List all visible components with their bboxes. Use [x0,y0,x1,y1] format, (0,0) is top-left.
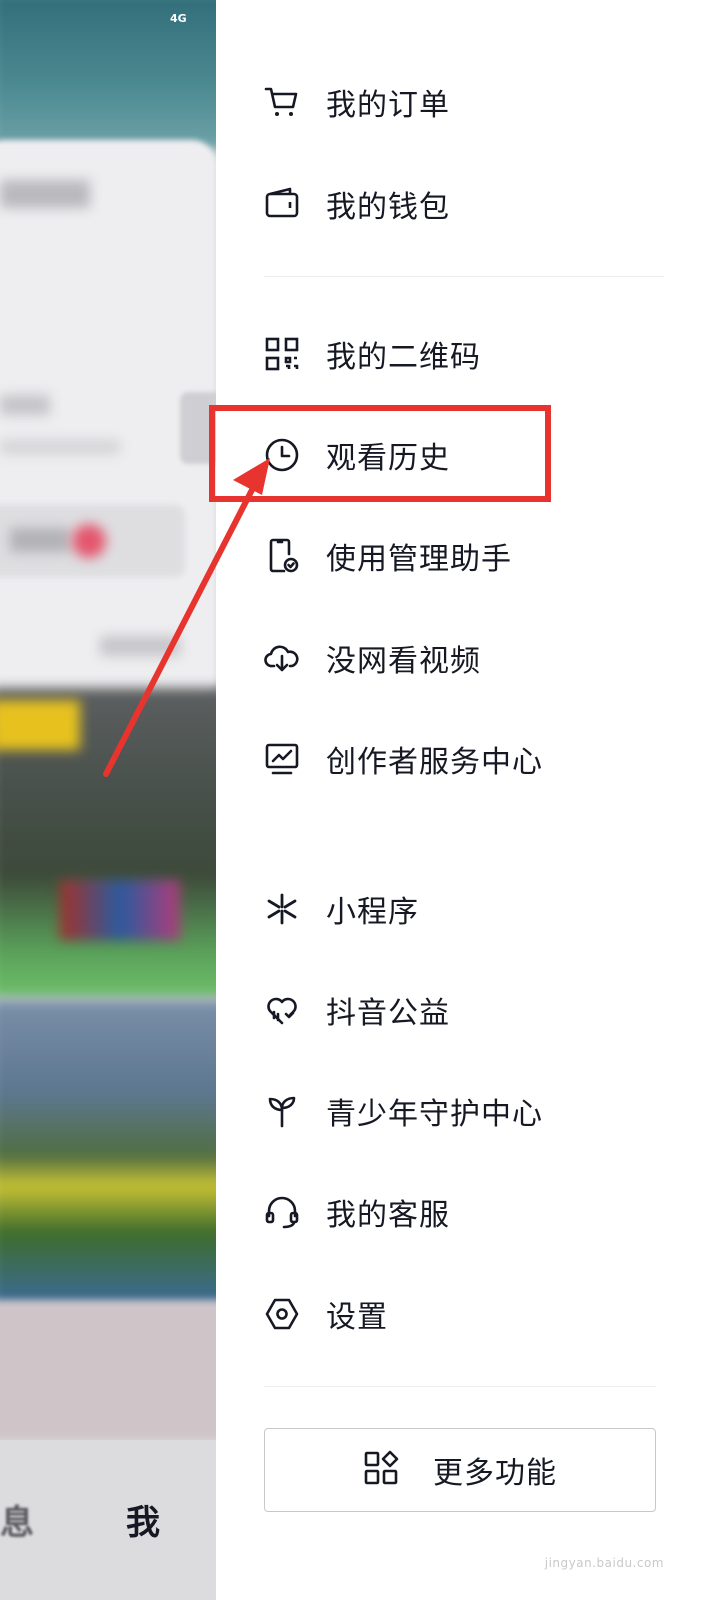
phone-check-icon [264,538,300,574]
menu-item-label: 使用管理助手 [326,542,512,577]
menu-item-usage-assistant[interactable]: 使用管理助手 [264,526,684,586]
nav-me-tab: 我 [126,1503,160,1543]
network-indicator: 4G [170,12,187,25]
background-blurred-text [10,528,70,552]
background-thumbnail-tag [0,700,80,750]
background-blurred-text [0,440,120,454]
monitor-chart-icon [264,741,300,777]
menu-item-label: 抖音公益 [326,996,450,1031]
section-divider [264,1386,656,1387]
menu-item-youth-protection[interactable]: 青少年守护中心 [264,1081,684,1141]
watermark-url: jingyan.baidu.com [544,1556,664,1570]
cloud-download-icon [264,640,300,676]
background-blurred-text [0,395,50,415]
qr-code-icon [264,336,300,372]
background-video-thumbnail [0,1300,216,1440]
menu-item-label: 我的客服 [326,1198,450,1233]
background-blurred-text [100,636,180,656]
menu-item-label: 青少年守护中心 [326,1097,543,1132]
menu-item-label: 我的订单 [326,88,450,123]
baidu-watermark: jingyan.baidu.com [545,1556,664,1570]
cart-icon [264,84,300,120]
nav-messages-tab: 息 [0,1503,34,1543]
mini-program-icon [264,891,300,927]
menu-item-label: 设置 [326,1300,388,1335]
menu-item-label: 创作者服务中心 [326,745,543,780]
section-divider [264,276,664,277]
apps-grid-icon [363,1450,399,1490]
annotation-highlight-box [209,405,551,502]
menu-item-mini-programs[interactable]: 小程序 [264,879,684,939]
menu-item-label: 我的钱包 [326,190,450,225]
side-drawer: 我的订单 我的钱包 我的二维码 观看历史 使用管理助手 没网看视频 创作者服务中… [216,0,720,1600]
menu-item-my-orders[interactable]: 我的订单 [264,72,684,132]
background-video-thumbnail [0,1000,216,1310]
wallet-icon [264,186,300,222]
menu-item-label: 小程序 [326,895,419,930]
menu-item-creator-center[interactable]: 创作者服务中心 [264,729,684,789]
headset-icon [264,1194,300,1230]
menu-item-offline-video[interactable]: 没网看视频 [264,628,684,688]
menu-item-label: 我的二维码 [326,340,481,375]
more-features-label: 更多功能 [433,1456,557,1491]
settings-hexagon-icon [264,1296,300,1332]
heart-icon [264,992,300,1028]
background-app-overlay[interactable]: 息 我 4G [0,0,216,1600]
more-features-button[interactable]: 更多功能 [264,1428,656,1512]
menu-item-label: 没网看视频 [326,644,481,679]
menu-item-settings[interactable]: 设置 [264,1284,684,1344]
menu-item-douyin-charity[interactable]: 抖音公益 [264,980,684,1040]
background-red-badge [72,524,106,558]
background-blurred-text [0,180,90,208]
sprout-icon [264,1093,300,1129]
menu-item-customer-service[interactable]: 我的客服 [264,1182,684,1242]
screen: 息 我 4G 我的订单 我的钱包 我的二维码 观看历史 使用管理助手 没网看视频… [0,0,720,1600]
menu-item-my-qr-code[interactable]: 我的二维码 [264,324,684,384]
background-thumbnail-detail [60,880,180,940]
menu-item-my-wallet[interactable]: 我的钱包 [264,174,684,234]
